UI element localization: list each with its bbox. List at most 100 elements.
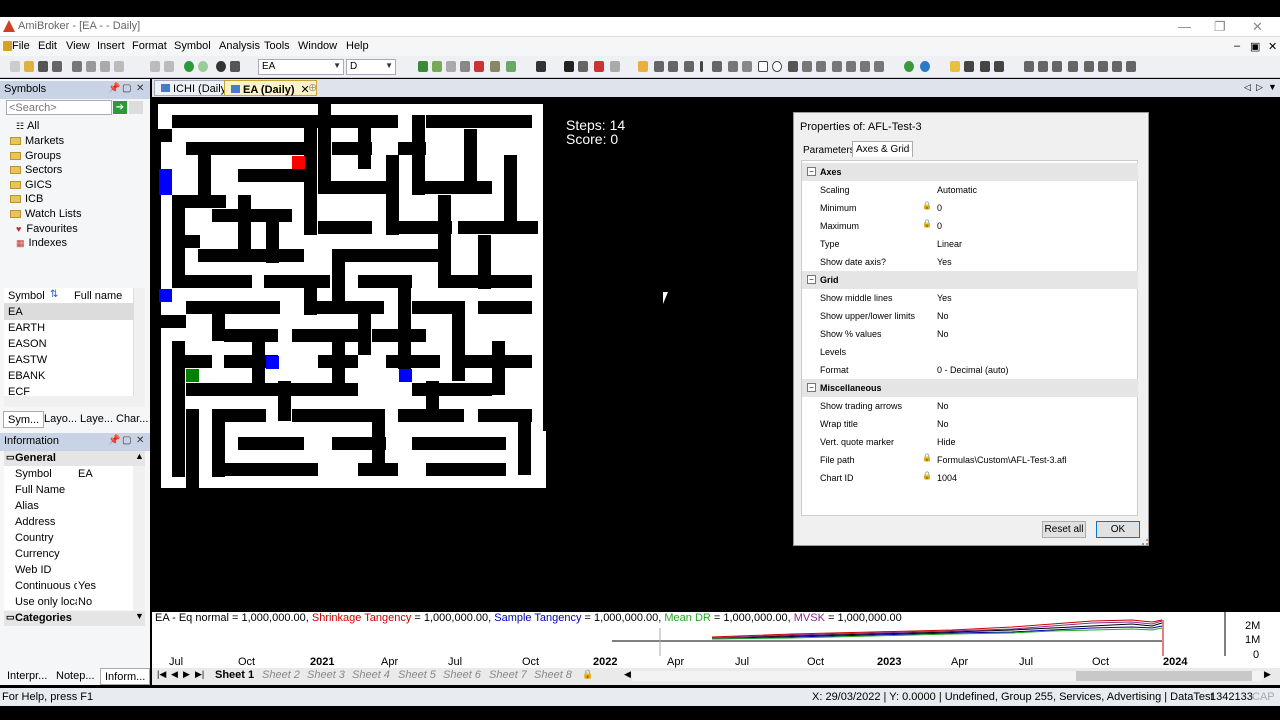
col-fullname[interactable]: Full name bbox=[74, 290, 122, 302]
scrollbar-thumb[interactable] bbox=[1076, 671, 1252, 681]
prop-row-percent-values[interactable]: Show % values No bbox=[802, 325, 1138, 343]
tab-symbols[interactable]: Sym... bbox=[3, 411, 45, 428]
eraser-icon[interactable] bbox=[610, 61, 620, 72]
print-icon[interactable] bbox=[72, 61, 82, 72]
close-icon[interactable]: ✕ bbox=[1252, 19, 1263, 35]
new-icon[interactable] bbox=[10, 61, 20, 72]
symbol-row[interactable]: ECF bbox=[4, 384, 133, 396]
tree-item-all[interactable]: ☷ All bbox=[16, 120, 39, 134]
sort-icon[interactable]: ⇅ bbox=[50, 289, 58, 300]
sheet-tab-6[interactable]: Sheet 6 bbox=[443, 669, 481, 681]
bars-icon[interactable] bbox=[1038, 61, 1048, 72]
prop-row-chart-id[interactable]: Chart ID 🔒 1004 bbox=[802, 469, 1138, 487]
extended-line-icon[interactable] bbox=[684, 61, 694, 72]
symbol-row[interactable]: EASON bbox=[4, 336, 133, 352]
columns-icon[interactable] bbox=[1052, 61, 1062, 72]
symbol-row[interactable]: EARTH bbox=[4, 320, 133, 336]
menu-window[interactable]: Window bbox=[298, 40, 337, 52]
prop-row-trading-arrows[interactable]: Show trading arrows No bbox=[802, 397, 1138, 415]
arrow-tool-icon[interactable] bbox=[802, 61, 812, 72]
tab-ea-daily[interactable]: EA (Daily) ✕ bbox=[224, 80, 317, 96]
tab-parameters[interactable]: Parameters bbox=[800, 143, 858, 158]
symbol-list-hscrollbar[interactable] bbox=[4, 396, 145, 407]
prop-row-limits[interactable]: Show upper/lower limits No bbox=[802, 307, 1138, 325]
chart-hscrollbar[interactable] bbox=[632, 671, 1262, 681]
open-icon[interactable] bbox=[24, 61, 34, 72]
fibonacci-icon[interactable] bbox=[742, 61, 752, 72]
tab-axes-grid[interactable]: Axes & Grid bbox=[852, 141, 914, 157]
trendline-icon[interactable] bbox=[654, 61, 664, 72]
sheet-tab-1[interactable]: Sheet 1 bbox=[215, 669, 254, 681]
prop-value[interactable]: Linear bbox=[937, 239, 962, 249]
paste-icon[interactable] bbox=[114, 61, 124, 72]
grid-icon[interactable] bbox=[1112, 61, 1122, 72]
info-value[interactable]: Yes bbox=[78, 580, 96, 592]
symbol-row[interactable]: EASTW bbox=[4, 352, 133, 368]
tabs-menu-icon[interactable]: ▼ bbox=[1268, 82, 1277, 92]
italic-d-icon[interactable] bbox=[964, 61, 974, 72]
prop-row-scaling[interactable]: Scaling Automatic bbox=[802, 181, 1138, 199]
interval-combo[interactable]: D ▼ bbox=[346, 59, 396, 75]
prop-value[interactable]: Formulas\Custom\AFL-Test-3.afl bbox=[937, 455, 1067, 465]
tab-interpretation[interactable]: Interpr... bbox=[3, 668, 51, 685]
lock-sheet-icon[interactable]: 🔒 bbox=[582, 669, 593, 680]
restore-icon[interactable]: ❐ bbox=[1214, 19, 1226, 35]
cycle-icon[interactable] bbox=[874, 61, 884, 72]
text-icon[interactable] bbox=[788, 61, 798, 72]
indicator-icon[interactable] bbox=[446, 61, 456, 72]
scroll-right-icon[interactable]: ▷ bbox=[1256, 82, 1263, 93]
tree-item-markets[interactable]: Markets bbox=[10, 135, 64, 149]
section-misc[interactable]: − Miscellaneous bbox=[802, 379, 1138, 397]
prop-row-wrap-title[interactable]: Wrap title No bbox=[802, 415, 1138, 433]
draw-mode-icon[interactable] bbox=[950, 61, 960, 72]
tab-layouts[interactable]: Layo... bbox=[40, 411, 81, 428]
prop-row-levels[interactable]: Levels bbox=[802, 343, 1138, 361]
tab-charts[interactable]: Char... bbox=[112, 411, 152, 428]
prop-row-type[interactable]: Type Linear bbox=[802, 235, 1138, 253]
section-axes[interactable]: − Axes bbox=[802, 163, 1138, 181]
sync-icon[interactable] bbox=[920, 61, 930, 72]
menu-view[interactable]: View bbox=[66, 40, 90, 52]
prop-value[interactable]: No bbox=[937, 329, 949, 339]
ok-button[interactable]: OK bbox=[1096, 521, 1140, 538]
menu-symbol[interactable]: Symbol bbox=[174, 40, 211, 52]
tree-item-icb[interactable]: ICB bbox=[10, 193, 43, 207]
prop-value[interactable]: Yes bbox=[937, 293, 952, 303]
refresh-icon[interactable] bbox=[904, 61, 914, 72]
symbol-row[interactable]: EBANK bbox=[4, 368, 133, 384]
ellipse-icon[interactable] bbox=[772, 61, 782, 72]
resize-grip-icon[interactable] bbox=[1142, 539, 1148, 545]
section-grid[interactable]: − Grid bbox=[802, 271, 1138, 289]
rectangle-icon[interactable] bbox=[758, 61, 768, 72]
prop-value[interactable]: 0 bbox=[937, 221, 942, 231]
report-icon[interactable] bbox=[506, 61, 516, 72]
pin-icon[interactable]: 📌 bbox=[108, 435, 120, 446]
tab-layers[interactable]: Laye... bbox=[76, 411, 117, 428]
crosshair-icon[interactable] bbox=[1098, 61, 1108, 72]
copy-icon[interactable] bbox=[100, 61, 110, 72]
info-section-categories[interactable]: ▭ Categories ▼ bbox=[4, 611, 145, 626]
menu-tools[interactable]: Tools bbox=[264, 40, 290, 52]
wave-icon[interactable] bbox=[816, 61, 826, 72]
gann-icon[interactable] bbox=[846, 61, 856, 72]
chart-type-icon[interactable] bbox=[418, 61, 428, 72]
channel-icon[interactable] bbox=[728, 61, 738, 72]
sheet-tab-2[interactable]: Sheet 2 bbox=[262, 669, 300, 681]
prop-value[interactable]: 1004 bbox=[937, 473, 957, 483]
search-go-icon[interactable]: ➔ bbox=[113, 101, 127, 114]
next-sheet-icon[interactable]: ▶ bbox=[183, 669, 190, 680]
italic-w-icon[interactable] bbox=[980, 61, 990, 72]
prop-value[interactable]: No bbox=[937, 419, 949, 429]
tree-item-watchlists[interactable]: Watch Lists bbox=[10, 208, 81, 222]
symbol-row[interactable]: EA bbox=[4, 304, 133, 320]
maximize-panel-icon[interactable]: ▢ bbox=[122, 83, 131, 94]
equity-pane[interactable]: EA - Eq normal = 1,000,000.00, Shrinkage… bbox=[152, 612, 1280, 668]
scan-icon[interactable] bbox=[474, 61, 484, 72]
tree-item-indexes[interactable]: ▦ Indexes bbox=[16, 237, 67, 251]
save-icon[interactable] bbox=[38, 61, 48, 72]
arc-icon[interactable] bbox=[832, 61, 842, 72]
search-input[interactable] bbox=[6, 100, 112, 115]
save-all-icon[interactable] bbox=[52, 61, 62, 72]
new-tab-icon[interactable]: ⊕ bbox=[308, 81, 317, 94]
last-sheet-icon[interactable]: ▶| bbox=[195, 669, 204, 680]
